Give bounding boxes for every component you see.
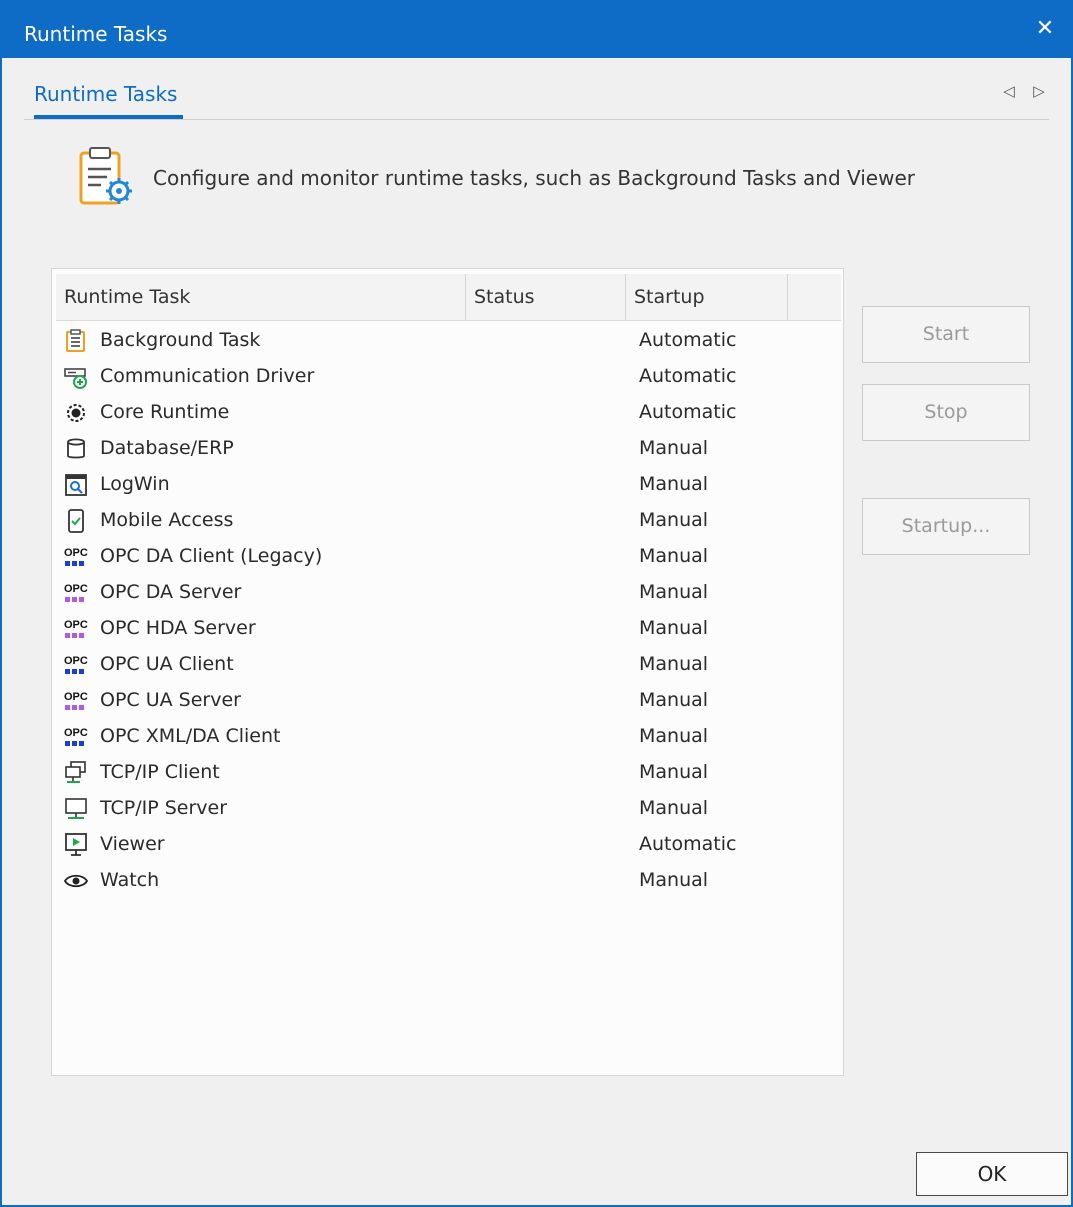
task-name: OPC DA Client (Legacy) [100, 545, 323, 567]
table-row[interactable]: OPC OPC XML/DA Client Manual [56, 719, 841, 755]
svg-text:OPC: OPC [64, 619, 88, 631]
eye-icon [63, 869, 89, 893]
network-client-icon [64, 761, 88, 785]
table-row[interactable]: TCP/IP Server Manual [56, 791, 841, 827]
opc-purple-icon: OPC [64, 617, 88, 641]
svg-text:OPC: OPC [64, 547, 88, 559]
table-row[interactable]: OPC OPC UA Server Manual [56, 683, 841, 719]
svg-text:OPC: OPC [64, 583, 88, 595]
log-window-icon [64, 473, 88, 497]
window-title: Runtime Tasks [24, 22, 168, 46]
database-icon [64, 437, 88, 461]
tab-navigation: ◁ ▷ [989, 82, 1049, 100]
table-row[interactable]: Background Task Automatic [56, 323, 841, 359]
title-bar: Runtime Tasks ✕ [2, 0, 1073, 58]
table-row[interactable]: OPC OPC UA Client Manual [56, 647, 841, 683]
table-row[interactable]: Core Runtime Automatic [56, 395, 841, 431]
gear-core-icon [64, 401, 88, 425]
driver-icon [64, 365, 88, 389]
tab-bar: Runtime Tasks ◁ ▷ [24, 58, 1049, 120]
viewer-icon [64, 833, 88, 857]
task-startup: Automatic [639, 833, 737, 855]
close-icon[interactable]: ✕ [1031, 16, 1059, 42]
task-name: Viewer [100, 833, 165, 855]
task-startup: Manual [639, 653, 709, 675]
task-startup: Manual [639, 689, 709, 711]
table-row[interactable]: Viewer Automatic [56, 827, 841, 863]
table-row[interactable]: OPC OPC HDA Server Manual [56, 611, 841, 647]
column-header-startup[interactable]: Startup [626, 274, 788, 320]
tab-next-icon[interactable]: ▷ [1029, 82, 1049, 100]
task-name: OPC XML/DA Client [100, 725, 281, 747]
task-name: Watch [100, 869, 160, 891]
table-row[interactable]: Watch Manual [56, 863, 841, 899]
task-name: TCP/IP Server [100, 797, 228, 819]
opc-blue-icon: OPC [64, 653, 88, 677]
task-name: TCP/IP Client [100, 761, 220, 783]
task-startup: Automatic [639, 329, 737, 351]
task-startup: Automatic [639, 365, 737, 387]
task-name: Mobile Access [100, 509, 234, 531]
opc-purple-icon: OPC [64, 689, 88, 713]
stop-button[interactable]: Stop [862, 384, 1030, 441]
column-header-filler [788, 274, 841, 320]
table-row[interactable]: Communication Driver Automatic [56, 359, 841, 395]
ok-button[interactable]: OK [916, 1152, 1068, 1196]
runtime-tasks-dialog: Runtime Tasks ✕ Runtime Tasks ◁ ▷ Configu… [0, 0, 1073, 1207]
task-name: OPC HDA Server [100, 617, 256, 639]
task-startup: Manual [639, 545, 709, 567]
svg-text:OPC: OPC [64, 727, 88, 739]
table-row[interactable]: LogWin Manual [56, 467, 841, 503]
startup-button[interactable]: Startup... [862, 498, 1030, 555]
clipboard-gear-icon [79, 147, 132, 205]
task-name: OPC UA Client [100, 653, 234, 675]
task-startup: Manual [639, 869, 709, 891]
task-startup: Automatic [639, 401, 737, 423]
task-startup: Manual [639, 617, 709, 639]
task-startup: Manual [639, 437, 709, 459]
task-name: Core Runtime [100, 401, 230, 423]
table-row[interactable]: OPC OPC DA Client (Legacy) Manual [56, 539, 841, 575]
task-startup: Manual [639, 581, 709, 603]
opc-purple-icon: OPC [64, 581, 88, 605]
table-row[interactable]: OPC OPC DA Server Manual [56, 575, 841, 611]
task-name: Database/ERP [100, 437, 234, 459]
task-name: OPC DA Server [100, 581, 242, 603]
task-name: Communication Driver [100, 365, 315, 387]
mobile-icon [64, 509, 88, 533]
task-startup: Manual [639, 509, 709, 531]
table-row[interactable]: TCP/IP Client Manual [56, 755, 841, 791]
svg-text:OPC: OPC [64, 655, 88, 667]
tab-runtime-tasks[interactable]: Runtime Tasks [34, 82, 177, 106]
task-startup: Manual [639, 725, 709, 747]
task-startup: Manual [639, 473, 709, 495]
list-header: Runtime Task Status Startup [56, 274, 841, 321]
task-name: LogWin [100, 473, 170, 495]
clipboard-list-icon [64, 329, 88, 353]
tab-prev-icon[interactable]: ◁ [999, 82, 1019, 100]
column-header-status[interactable]: Status [466, 274, 626, 320]
table-row[interactable]: Database/ERP Manual [56, 431, 841, 467]
task-startup: Manual [639, 761, 709, 783]
start-button[interactable]: Start [862, 306, 1030, 363]
column-header-runtime-task[interactable]: Runtime Task [56, 274, 466, 320]
runtime-task-list[interactable]: Runtime Task Status Startup Background T… [51, 268, 844, 1076]
active-tab-indicator [34, 115, 183, 119]
table-row[interactable]: Mobile Access Manual [56, 503, 841, 539]
task-name: OPC UA Server [100, 689, 241, 711]
svg-text:OPC: OPC [64, 691, 88, 703]
task-name: Background Task [100, 329, 261, 351]
task-startup: Manual [639, 797, 709, 819]
opc-blue-icon: OPC [64, 725, 88, 749]
network-server-icon [64, 797, 88, 821]
page-description: Configure and monitor runtime tasks, suc… [153, 166, 915, 190]
opc-blue-icon: OPC [64, 545, 88, 569]
